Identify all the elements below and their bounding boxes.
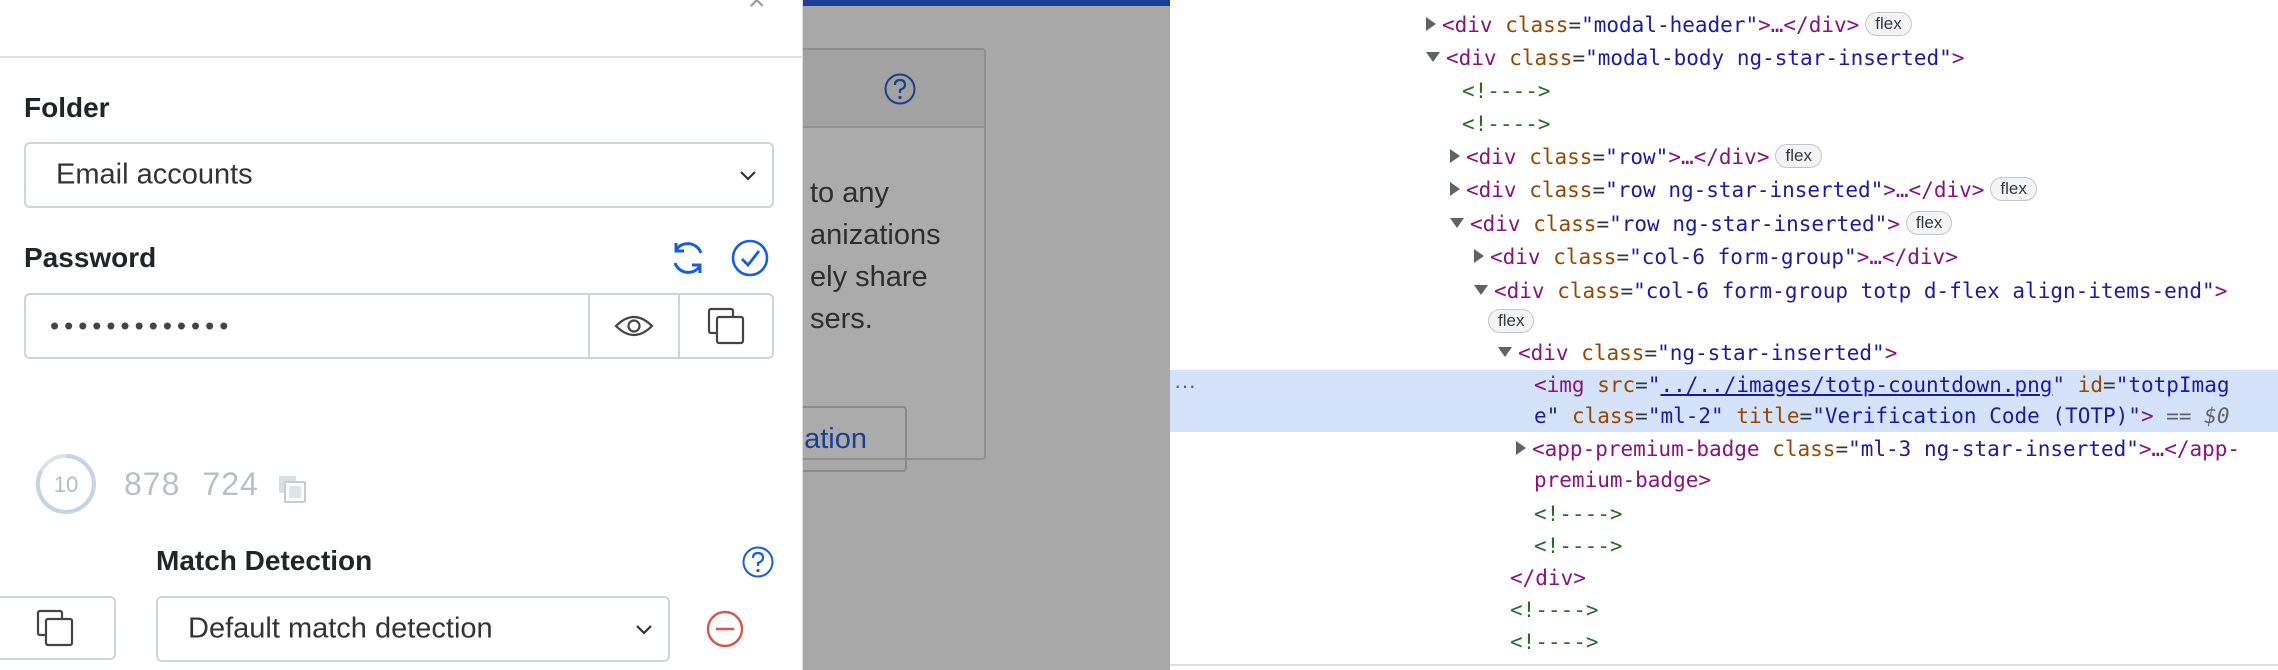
password-input[interactable]: ••••••••••••• (50, 311, 233, 342)
chevron-down-icon (740, 171, 756, 181)
copy-icon (36, 609, 74, 647)
dom-node-close[interactable]: </div> (1170, 562, 2278, 594)
bg-text-line: anizations (810, 219, 941, 251)
dom-node[interactable]: <div class="modal-header">…</div> flex (1170, 9, 2278, 41)
folder-select[interactable]: Email accounts (24, 142, 774, 208)
refresh-icon (673, 242, 703, 274)
bg-text-line: sers. (810, 303, 873, 335)
help-icon (742, 546, 774, 578)
copy-totp-icon[interactable] (275, 472, 309, 506)
match-detection-label: Match Detection (156, 545, 373, 576)
dom-node[interactable]: <div class="row ng-star-inserted"> flex (1170, 208, 2278, 240)
new-organization-button: nization (803, 406, 907, 472)
dom-node[interactable]: <div class="ng-star-inserted"> (1170, 337, 2278, 369)
collapse-arrow-icon[interactable] (1426, 52, 1440, 62)
password-field[interactable]: ••••••••••••• (24, 293, 774, 359)
bg-text-line: ely share (810, 261, 928, 293)
dom-node[interactable]: <div class="col-6 form-group">…</div> (1170, 241, 2278, 273)
background-page-overlay: to any anizations ely share sers. nizati… (803, 0, 1170, 670)
dom-node-badge-line: flex (1170, 306, 2278, 338)
flex-badge[interactable]: flex (1865, 12, 1912, 36)
match-detection-help[interactable] (740, 544, 776, 580)
check-password-button[interactable] (726, 234, 774, 282)
close-icon[interactable]: × (748, 0, 766, 16)
dom-comment[interactable]: <!----> (1170, 594, 2278, 626)
chevron-down-icon (636, 625, 652, 635)
dom-node[interactable]: <div class="row">…</div> flex (1170, 141, 2278, 173)
dom-node[interactable]: <div class="row ng-star-inserted">…</div… (1170, 174, 2278, 206)
bg-text-line: to any (810, 177, 889, 209)
panel-bottom-border (1170, 664, 2278, 666)
selected-node-marker: == $0 (2166, 404, 2230, 428)
dom-comment[interactable]: <!----> (1170, 626, 2278, 658)
collapse-arrow-icon[interactable] (1450, 218, 1464, 228)
dom-node[interactable]: <app-premium-badge class="ml-3 ng-star-i… (1170, 434, 2278, 496)
dom-node[interactable]: <div class="col-6 form-group totp d-flex… (1170, 275, 2278, 307)
totp-display: 10 878 724 (34, 452, 309, 516)
img-src-link[interactable]: ../../images/totp-countdown.png (1660, 373, 2052, 397)
dom-node-selected[interactable]: ··· <img src="../../images/totp-countdow… (1170, 370, 2278, 432)
totp-countdown-icon: 10 (35, 454, 96, 514)
modal-header-divider (0, 56, 802, 58)
dom-node[interactable]: <div class="modal-body ng-star-inserted"… (1170, 42, 2278, 74)
background-card-header (803, 50, 984, 128)
flex-badge[interactable]: flex (1488, 309, 1535, 333)
eye-icon (614, 315, 654, 337)
totp-seconds: 10 (54, 472, 78, 497)
item-edit-modal: × Folder Email accounts Password •••••••… (0, 0, 803, 670)
copy-icon (707, 307, 745, 345)
totp-code-part2: 724 (202, 465, 259, 502)
help-icon (884, 73, 916, 105)
match-detection-select[interactable]: Default match detection (156, 596, 670, 662)
copy-uri-button[interactable] (0, 596, 116, 660)
password-label: Password (24, 242, 157, 273)
background-navbar (803, 0, 1170, 6)
collapse-arrow-icon[interactable] (1474, 285, 1488, 295)
dom-comment[interactable]: <!----> (1170, 530, 2278, 562)
more-options-icon[interactable]: ··· (1174, 370, 1196, 402)
remove-uri-button[interactable] (704, 608, 746, 650)
collapse-arrow-icon[interactable] (1498, 347, 1512, 357)
expand-arrow-icon[interactable] (1516, 441, 1526, 455)
devtools-elements-panel: <div class="modal-header">…</div> flex <d… (1170, 0, 2278, 670)
check-circle-icon (731, 239, 769, 277)
folder-label: Folder (24, 92, 110, 123)
new-organization-button-label: nization (803, 423, 867, 455)
match-detection-value: Default match detection (188, 612, 493, 645)
background-card: to any anizations ely share sers. nizati… (803, 48, 986, 472)
totp-code-part1: 878 (124, 465, 181, 502)
minus-circle-icon (706, 610, 744, 648)
flex-badge[interactable]: flex (1775, 144, 1822, 168)
flex-badge[interactable]: flex (1905, 211, 1953, 235)
expand-arrow-icon[interactable] (1450, 149, 1460, 163)
expand-arrow-icon[interactable] (1474, 249, 1484, 263)
expand-arrow-icon[interactable] (1450, 182, 1460, 196)
dom-comment[interactable]: <!----> (1170, 108, 2278, 140)
expand-arrow-icon[interactable] (1426, 17, 1436, 31)
dom-comment[interactable]: <!----> (1170, 498, 2278, 530)
folder-select-value: Email accounts (56, 158, 253, 191)
copy-password-button[interactable] (678, 295, 772, 357)
dom-comment[interactable]: <!----> (1170, 75, 2278, 107)
flex-badge[interactable]: flex (1990, 177, 2037, 201)
toggle-visibility-button[interactable] (588, 295, 678, 357)
generate-password-button[interactable] (664, 234, 712, 282)
